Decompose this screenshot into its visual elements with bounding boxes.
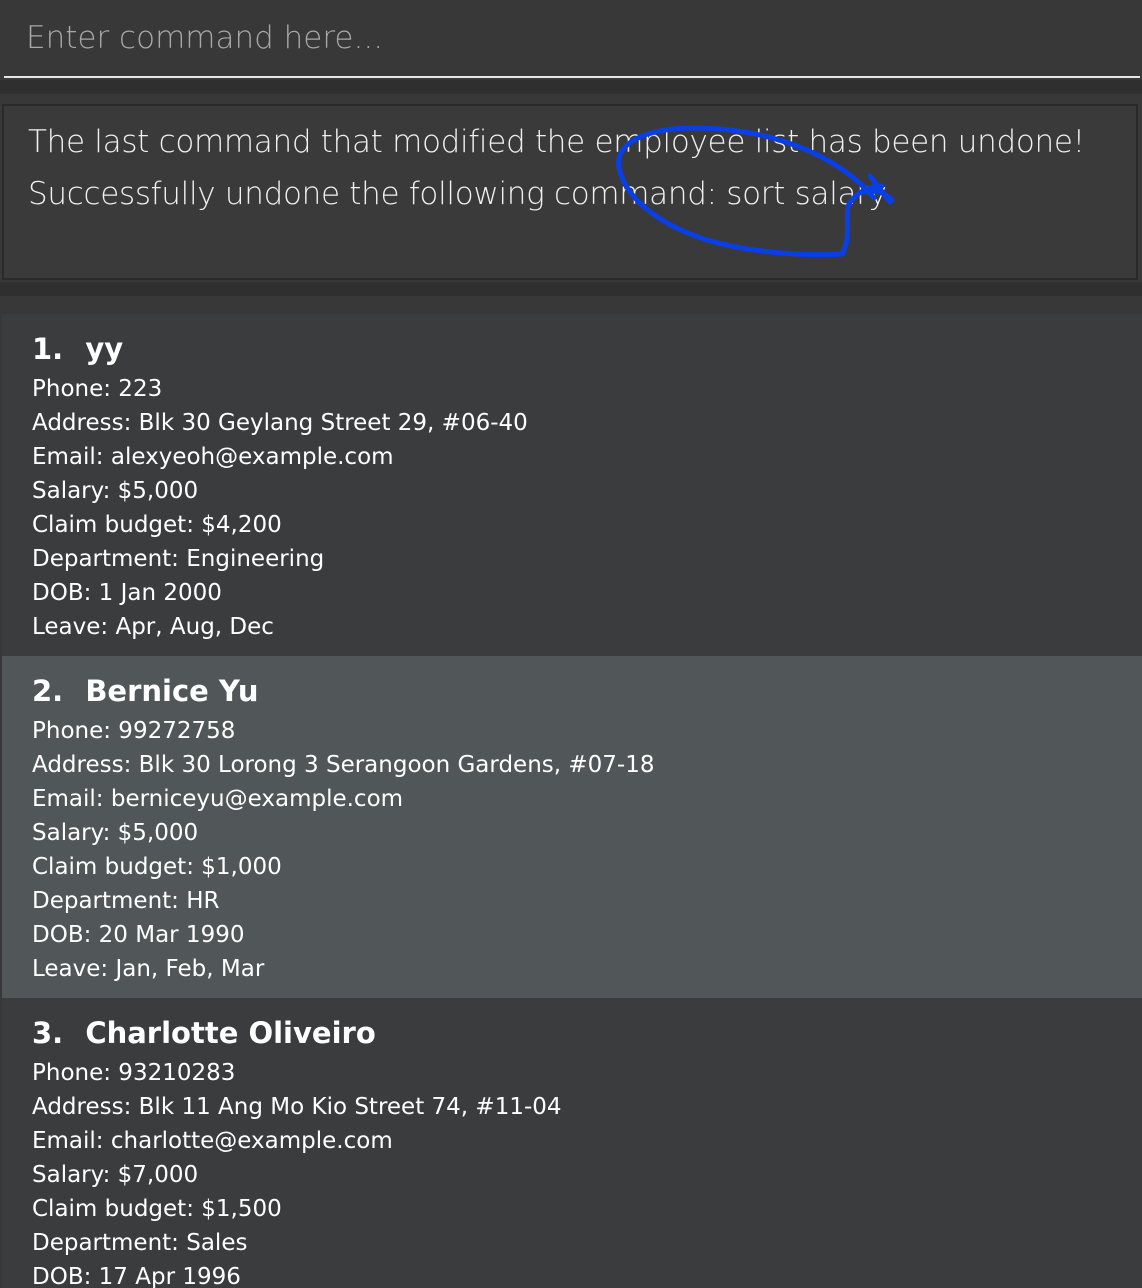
employee-card[interactable]: 1. yy Phone: 223 Address: Blk 30 Geylang… <box>2 314 1142 656</box>
command-box <box>4 0 1140 78</box>
result-message-line: Successfully undone the following comman… <box>28 176 887 212</box>
employee-name: Bernice Yu <box>85 674 259 708</box>
divider <box>0 80 1142 94</box>
employee-card-selected[interactable]: 2. Bernice Yu Phone: 99272758 Address: B… <box>2 656 1142 998</box>
employee-list[interactable]: 1. yy Phone: 223 Address: Blk 30 Geylang… <box>2 314 1142 1288</box>
employee-phone: Phone: 99272758 <box>32 718 236 744</box>
employee-phone: Phone: 93210283 <box>32 1060 236 1086</box>
employee-department: Department: Engineering <box>32 546 325 572</box>
employee-index: 3. <box>32 1016 64 1050</box>
employee-name: yy <box>85 332 124 366</box>
employee-dob: DOB: 1 Jan 2000 <box>32 580 222 606</box>
employee-email: Email: alexyeoh@example.com <box>32 444 394 470</box>
employee-department: Department: Sales <box>32 1230 248 1256</box>
employee-dob: DOB: 17 Apr 1996 <box>32 1264 241 1288</box>
app-window: The last command that modified the emplo… <box>0 0 1142 1288</box>
employee-salary: Salary: $5,000 <box>32 820 199 846</box>
employee-address: Address: Blk 30 Geylang Street 29, #06-4… <box>32 410 528 436</box>
employee-dob: DOB: 20 Mar 1990 <box>32 922 245 948</box>
employee-card[interactable]: 3. Charlotte Oliveiro Phone: 93210283 Ad… <box>2 998 1142 1288</box>
employee-phone: Phone: 223 <box>32 376 163 402</box>
employee-address: Address: Blk 11 Ang Mo Kio Street 74, #1… <box>32 1094 562 1120</box>
employee-index: 1. <box>32 332 64 366</box>
divider <box>0 282 1142 296</box>
employee-card-header: 1. yy <box>32 332 123 366</box>
employee-salary: Salary: $7,000 <box>32 1162 199 1188</box>
employee-claim-budget: Claim budget: $1,500 <box>32 1196 282 1222</box>
employee-address: Address: Blk 30 Lorong 3 Serangoon Garde… <box>32 752 655 778</box>
employee-leave: Leave: Jan, Feb, Mar <box>32 956 265 982</box>
result-display: The last command that modified the emplo… <box>2 104 1138 280</box>
employee-email: Email: berniceyu@example.com <box>32 786 404 812</box>
employee-claim-budget: Claim budget: $4,200 <box>32 512 282 538</box>
employee-leave: Leave: Apr, Aug, Dec <box>32 614 274 640</box>
employee-claim-budget: Claim budget: $1,000 <box>32 854 282 880</box>
result-message-line: The last command that modified the emplo… <box>28 124 1085 160</box>
employee-card-header: 2. Bernice Yu <box>32 674 258 708</box>
employee-name: Charlotte Oliveiro <box>85 1016 376 1050</box>
employee-salary: Salary: $5,000 <box>32 478 199 504</box>
employee-index: 2. <box>32 674 64 708</box>
employee-department: Department: HR <box>32 888 220 914</box>
employee-email: Email: charlotte@example.com <box>32 1128 393 1154</box>
employee-card-header: 3. Charlotte Oliveiro <box>32 1016 376 1050</box>
command-input[interactable] <box>4 0 1140 76</box>
